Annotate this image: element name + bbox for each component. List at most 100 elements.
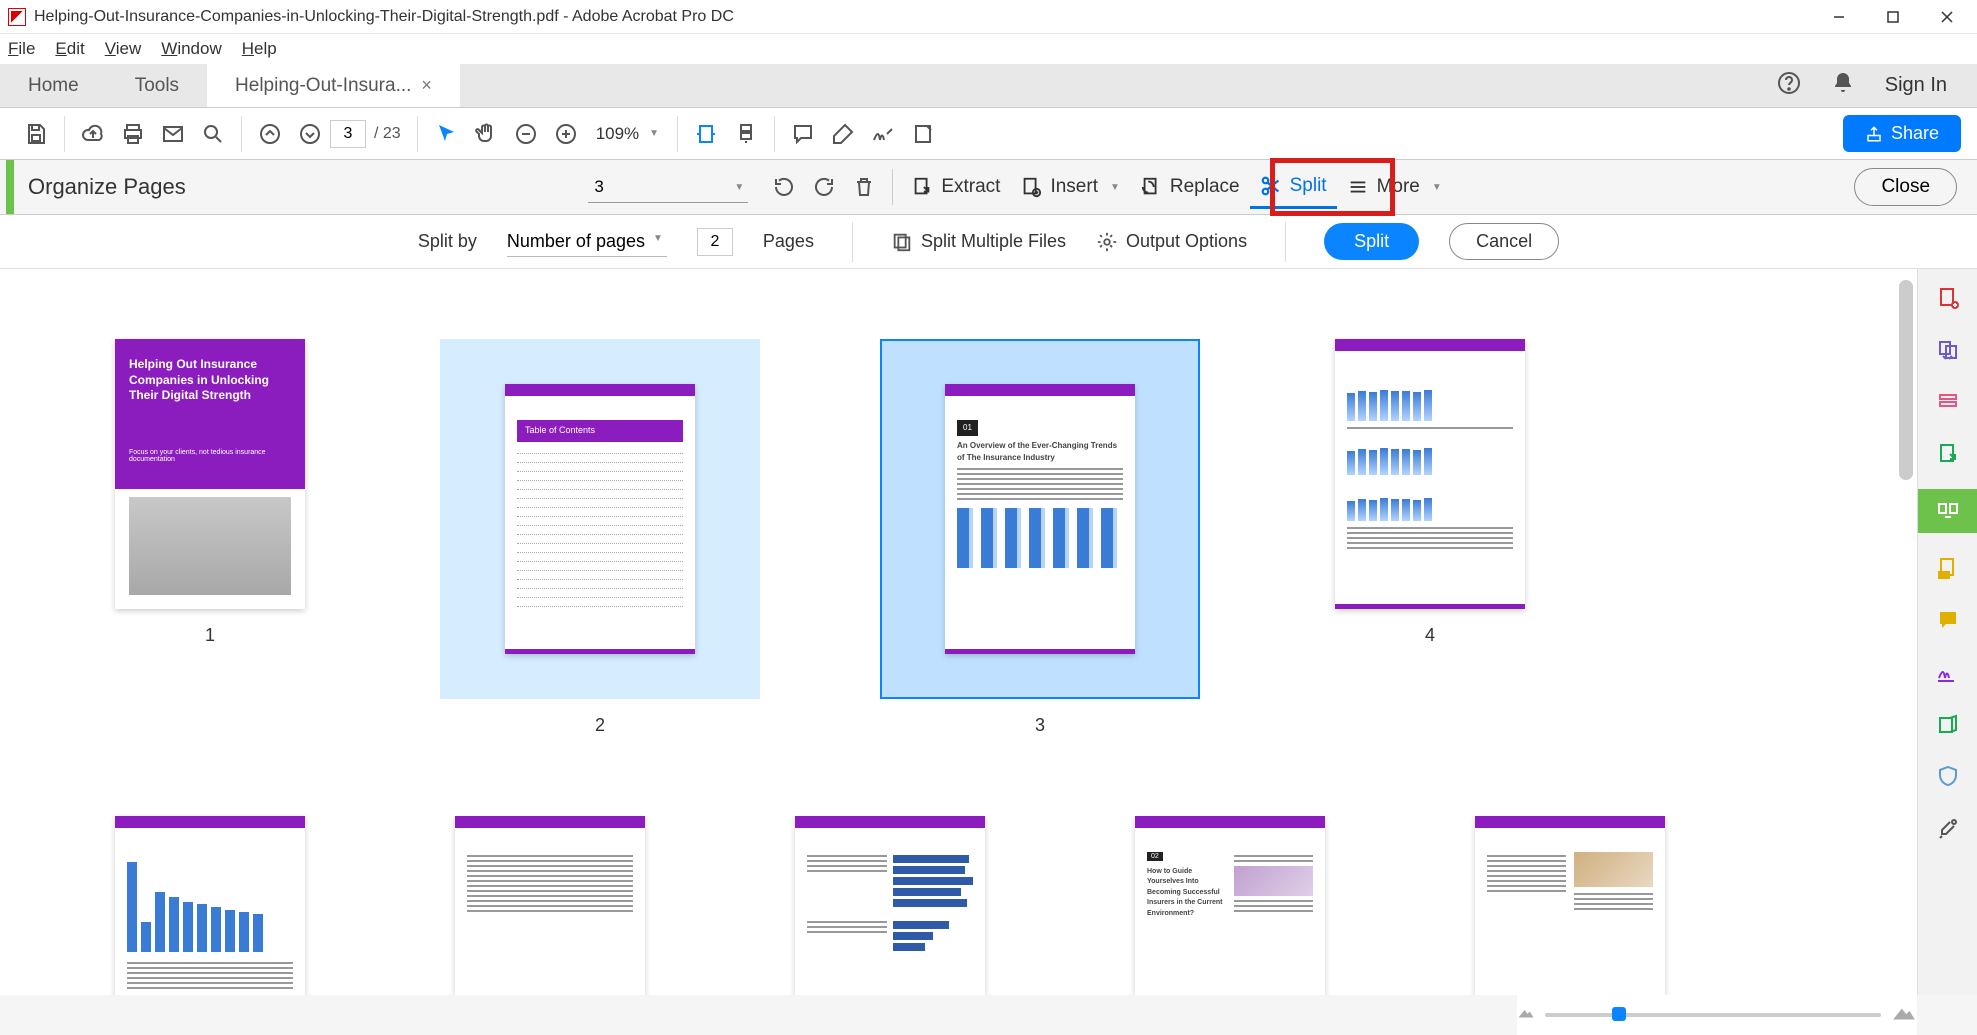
page-thumbnail-6[interactable]: [440, 816, 660, 995]
tool-indicator: [6, 160, 14, 214]
redact-tool-icon[interactable]: [1931, 551, 1965, 585]
bell-icon[interactable]: [1831, 71, 1855, 100]
zoom-value: 109%: [596, 124, 639, 144]
split-confirm-button[interactable]: Split: [1324, 223, 1419, 260]
zoom-large-icon: [1891, 1004, 1917, 1027]
page3-tag: 01: [957, 420, 978, 436]
combine-tool-icon[interactable]: [1931, 437, 1965, 471]
page-thumbnails-area: Helping Out Insurance Companies in Unloc…: [0, 269, 1917, 995]
page-thumbnail-1[interactable]: Helping Out Insurance Companies in Unloc…: [100, 339, 320, 736]
tab-home[interactable]: Home: [0, 64, 107, 107]
page-number-1: 1: [205, 625, 215, 646]
share-label: Share: [1891, 123, 1939, 144]
stamp-icon[interactable]: [903, 114, 943, 154]
maximize-button[interactable]: [1881, 5, 1905, 29]
delete-icon[interactable]: [844, 167, 884, 207]
split-multiple-files-button[interactable]: Split Multiple Files: [891, 231, 1066, 253]
print-icon[interactable]: [113, 114, 153, 154]
page1-subtitle: Focus on your clients, not tedious insur…: [129, 449, 305, 463]
save-icon[interactable]: [16, 114, 56, 154]
organize-pages-bar: Organize Pages ▼ Extract Insert▼ Replace…: [0, 160, 1977, 215]
zoom-small-icon: [1517, 1006, 1535, 1025]
main-toolbar: / 23 109%▼ Share: [0, 108, 1977, 160]
vertical-scrollbar[interactable]: [1899, 280, 1913, 480]
close-button[interactable]: [1935, 5, 1959, 29]
organize-pages-tool-icon[interactable]: [1918, 489, 1977, 533]
sign-in-link[interactable]: Sign In: [1885, 74, 1947, 97]
page-number-2: 2: [595, 715, 605, 736]
page-number-4: 4: [1425, 625, 1435, 646]
split-count-input[interactable]: [697, 228, 733, 256]
page-up-icon[interactable]: [250, 114, 290, 154]
rotate-right-icon[interactable]: [804, 167, 844, 207]
sign-icon[interactable]: [863, 114, 903, 154]
page-total-label: / 23: [366, 125, 409, 143]
help-icon[interactable]: [1777, 71, 1801, 100]
right-tools-sidebar: [1917, 269, 1977, 995]
window-title: Helping-Out-Insurance-Companies-in-Unloc…: [34, 8, 1827, 26]
menu-edit[interactable]: Edit: [55, 39, 84, 59]
tab-close-icon[interactable]: ×: [421, 75, 432, 96]
page-number-input[interactable]: [330, 120, 366, 148]
page-thumbnail-3[interactable]: 01 An Overview of the Ever-Changing Tren…: [880, 339, 1200, 736]
page-number-3: 3: [1035, 715, 1045, 736]
comment-icon[interactable]: [783, 114, 823, 154]
split-button[interactable]: Split: [1250, 165, 1337, 209]
export-pdf-tool-icon[interactable]: [1931, 333, 1965, 367]
protect-tool-icon[interactable]: [1931, 759, 1965, 793]
page2-toc-title: Table of Contents: [517, 420, 683, 442]
menu-window[interactable]: Window: [161, 39, 221, 59]
page-thumbnail-5[interactable]: 5: [100, 816, 320, 995]
zoom-out-icon[interactable]: [506, 114, 546, 154]
page-down-icon[interactable]: [290, 114, 330, 154]
fill-sign-tool-icon[interactable]: [1931, 655, 1965, 689]
zoom-dropdown[interactable]: 109%▼: [586, 124, 669, 144]
more-tools-icon[interactable]: [1931, 811, 1965, 845]
output-options-button[interactable]: Output Options: [1096, 231, 1247, 253]
menu-file[interactable]: File: [8, 39, 35, 59]
hand-tool-icon[interactable]: [466, 114, 506, 154]
fit-width-icon[interactable]: [686, 114, 726, 154]
zoom-handle[interactable]: [1612, 1007, 1626, 1021]
send-tool-icon[interactable]: [1931, 707, 1965, 741]
scroll-mode-icon[interactable]: [726, 114, 766, 154]
split-cancel-button[interactable]: Cancel: [1449, 223, 1559, 260]
page-thumbnail-9[interactable]: [1460, 816, 1680, 995]
page-select-dropdown[interactable]: [588, 171, 748, 203]
app-icon: [8, 8, 26, 26]
insert-button[interactable]: Insert▼: [1010, 176, 1129, 198]
page-thumbnail-4[interactable]: 4: [1320, 339, 1540, 736]
more-button[interactable]: More▼: [1337, 176, 1452, 198]
edit-pdf-tool-icon[interactable]: [1931, 385, 1965, 419]
menubar: File Edit View Window Help: [0, 34, 1977, 64]
split-method-dropdown[interactable]: [507, 227, 667, 257]
thumbnail-zoom-slider[interactable]: [1517, 995, 1917, 1035]
zoom-in-icon[interactable]: [546, 114, 586, 154]
share-button[interactable]: Share: [1843, 115, 1961, 152]
split-options-bar: Split by ▼ Pages Split Multiple Files Ou…: [0, 215, 1977, 269]
email-icon[interactable]: [153, 114, 193, 154]
tab-document[interactable]: Helping-Out-Insura... ×: [207, 64, 460, 107]
cloud-upload-icon[interactable]: [73, 114, 113, 154]
search-icon[interactable]: [193, 114, 233, 154]
highlight-icon[interactable]: [823, 114, 863, 154]
extract-button[interactable]: Extract: [901, 176, 1010, 198]
page-thumbnail-2[interactable]: Table of Contents 2: [440, 339, 760, 736]
menu-help[interactable]: Help: [242, 39, 277, 59]
menu-view[interactable]: View: [105, 39, 142, 59]
rotate-left-icon[interactable]: [764, 167, 804, 207]
minimize-button[interactable]: [1827, 5, 1851, 29]
select-tool-icon[interactable]: [426, 114, 466, 154]
tab-tools[interactable]: Tools: [107, 64, 207, 107]
organize-title: Organize Pages: [28, 174, 186, 200]
comment-tool-icon[interactable]: [1931, 603, 1965, 637]
create-pdf-tool-icon[interactable]: [1931, 281, 1965, 315]
page-thumbnail-8[interactable]: 02How to Guide Yourselves Into Becoming …: [1120, 816, 1340, 995]
page-thumbnail-7[interactable]: [780, 816, 1000, 995]
pages-label: Pages: [763, 231, 814, 252]
page1-title: Helping Out Insurance Companies in Unloc…: [129, 357, 291, 404]
tab-document-label: Helping-Out-Insura...: [235, 75, 411, 97]
titlebar: Helping-Out-Insurance-Companies-in-Unloc…: [0, 0, 1977, 34]
replace-button[interactable]: Replace: [1130, 176, 1250, 198]
close-organize-button[interactable]: Close: [1854, 168, 1957, 206]
